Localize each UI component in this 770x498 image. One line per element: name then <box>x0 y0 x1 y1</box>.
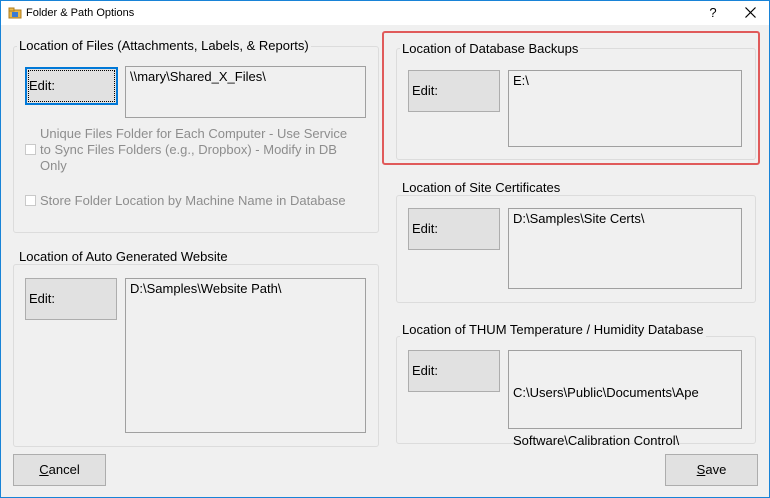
store-by-machine-label: Store Folder Location by Machine Name in… <box>40 193 346 208</box>
website-edit-button[interactable]: Edit: <box>25 278 117 320</box>
files-path-field[interactable]: \\mary\Shared_X_Files\ <box>125 66 366 118</box>
files-edit-label: Edit: <box>29 78 56 93</box>
thum-path-line-2: Software\Calibration Control\ <box>513 433 680 448</box>
files-edit-button[interactable]: Edit: <box>25 67 118 105</box>
folder-path-options-dialog: Folder & Path Options ? Location of File… <box>0 0 770 498</box>
thum-edit-button[interactable]: Edit: <box>408 350 500 392</box>
unique-folder-checkbox[interactable] <box>25 144 36 155</box>
close-icon <box>744 7 756 18</box>
backups-path-field[interactable]: E:\ <box>508 70 742 147</box>
title-bar: Folder & Path Options ? <box>1 1 769 25</box>
unique-folder-label: Unique Files Folder for Each Computer - … <box>40 126 370 174</box>
help-button[interactable]: ? <box>695 1 731 25</box>
certs-edit-button[interactable]: Edit: <box>408 208 500 250</box>
certs-path-field[interactable]: D:\Samples\Site Certs\ <box>508 208 742 289</box>
unique-folder-label-line-1: Unique Files Folder for Each Computer - … <box>40 126 348 141</box>
close-button[interactable] <box>732 1 768 25</box>
thum-path-line-1: C:\Users\Public\Documents\Ape <box>513 385 699 400</box>
backups-edit-button[interactable]: Edit: <box>408 70 500 112</box>
folder-app-icon <box>8 7 22 19</box>
thum-location-title: Location of THUM Temperature / Humidity … <box>400 322 706 337</box>
files-location-title: Location of Files (Attachments, Labels, … <box>17 38 311 53</box>
backups-location-title: Location of Database Backups <box>400 41 581 56</box>
thum-path-field[interactable]: C:\Users\Public\Documents\Ape Software\C… <box>508 350 742 448</box>
store-by-machine-checkbox[interactable] <box>25 195 36 206</box>
window-title: Folder & Path Options <box>26 7 135 19</box>
unique-folder-label-line-3: Only <box>40 158 67 173</box>
certs-location-title: Location of Site Certificates <box>400 180 563 195</box>
unique-folder-label-line-2: to Sync Files Folders (e.g., Dropbox) - … <box>40 142 337 157</box>
website-path-field[interactable]: D:\Samples\Website Path\ <box>125 278 366 433</box>
website-location-title: Location of Auto Generated Website <box>17 249 230 264</box>
save-button[interactable]: Save <box>665 454 758 486</box>
cancel-button[interactable]: Cancel <box>13 454 106 486</box>
